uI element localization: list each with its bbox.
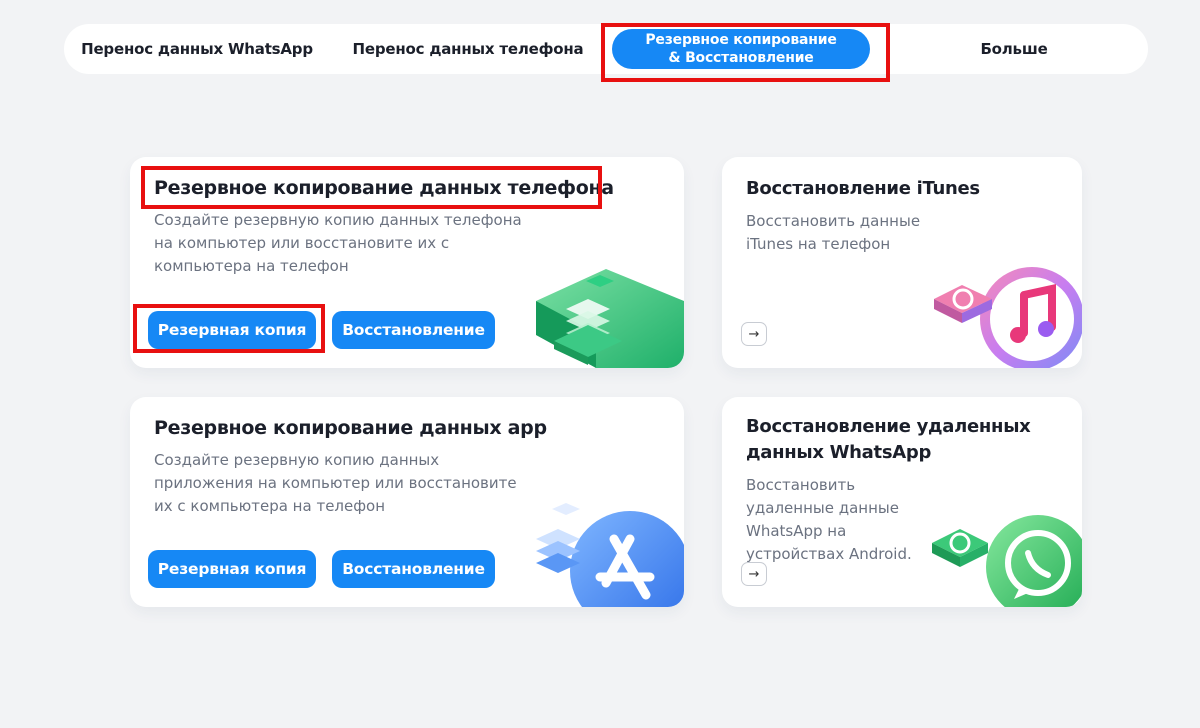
top-nav: Перенос данных WhatsApp Перенос данных т… [64,24,1148,74]
tab-phone-transfer[interactable]: Перенос данных телефона [346,24,590,74]
desc-line: их с компьютера на телефон [154,497,386,515]
tab-label-line2: & Восстановление [668,50,814,66]
card-title: Резервное копирование данных app [154,417,547,439]
desc-line: на компьютер или восстановите их с [154,234,450,252]
backup-button[interactable]: Резервная копия [148,311,316,349]
phone-backup-illustration [536,269,684,368]
desc-line: Восстановить [746,476,856,494]
desc-line: iTunes на телефон [746,235,891,253]
restore-button[interactable]: Восстановление [332,550,495,588]
app-store-illustration [536,503,684,607]
card-title: Резервное копирование данных телефона [154,177,614,199]
desc-line: Восстановить данные [746,212,921,230]
arrow-right-icon[interactable]: → [741,322,767,346]
backup-button[interactable]: Резервная копия [148,550,316,588]
whatsapp-illustration [932,515,1082,607]
restore-button[interactable]: Восстановление [332,311,495,349]
tab-label: Больше [980,40,1048,58]
title-line: Восстановление удаленных [746,416,1031,437]
tab-label: Перенос данных WhatsApp [81,40,313,58]
card-description: Создайте резервную копию данных телефона… [154,209,522,278]
card-description: Восстановить удаленные данные WhatsApp н… [746,474,912,566]
tab-whatsapp-transfer[interactable]: Перенос данных WhatsApp [78,24,316,74]
card-description: Восстановить данные iTunes на телефон [746,210,920,256]
tab-label: Перенос данных телефона [352,40,584,58]
tab-more[interactable]: Больше [934,24,1094,74]
itunes-illustration [934,267,1082,368]
desc-line: Создайте резервную копию данных телефона [154,211,522,229]
card-itunes-restore: Восстановление iTunes Восстановить данны… [722,157,1082,368]
tab-backup-restore[interactable]: Резервное копирование & Восстановление [612,29,870,69]
desc-line: удаленные данные [746,499,899,517]
card-phone-backup: Резервное копирование данных телефона Со… [130,157,684,368]
desc-line: WhatsApp на [746,522,847,540]
card-title: Восстановление iTunes [746,178,980,199]
tab-label-line1: Резервное копирование [645,32,837,48]
desc-line: устройствах Android. [746,545,912,563]
card-description: Создайте резервную копию данных приложен… [154,449,517,518]
desc-line: приложения на компьютер или восстановите [154,474,517,492]
title-line: данных WhatsApp [746,442,932,463]
arrow-right-icon[interactable]: → [741,562,767,586]
card-whatsapp-restore: Восстановление удаленных данных WhatsApp… [722,397,1082,607]
card-app-backup: Резервное копирование данных app Создайт… [130,397,684,607]
desc-line: Создайте резервную копию данных [154,451,440,469]
card-title: Восстановление удаленных данных WhatsApp [746,414,1031,466]
desc-line: компьютера на телефон [154,257,349,275]
